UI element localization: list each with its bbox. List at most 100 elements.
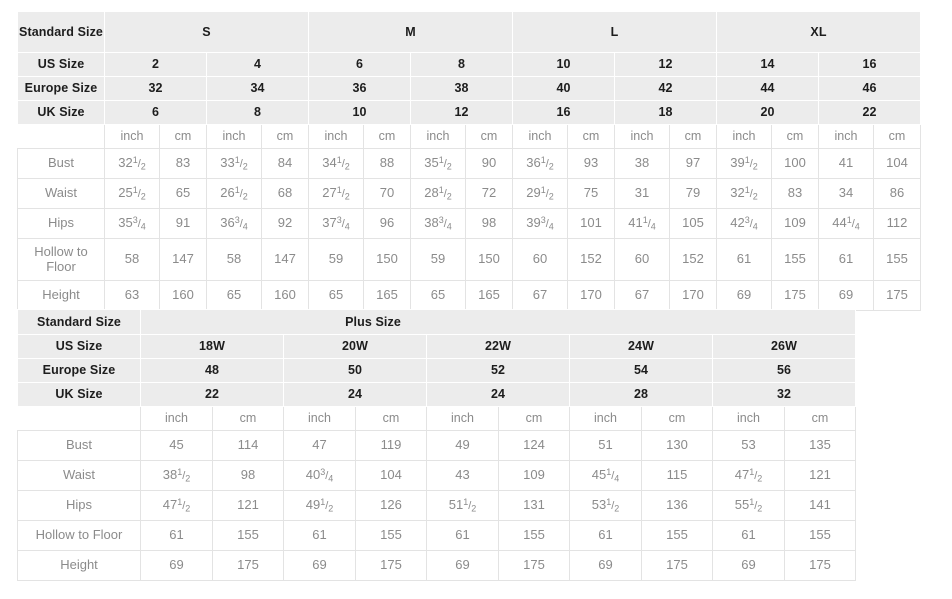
- standard-uk-size-label: UK Size: [17, 100, 105, 125]
- standard-us-size-value: 14: [716, 52, 819, 77]
- plus-measure-inch: 47: [283, 430, 356, 461]
- standard-measure-inch: 353/4: [104, 208, 160, 239]
- plus-europe-size-row: Europe Size 48 50 52 54 56: [17, 358, 856, 383]
- standard-size-table: Standard Size S M L XL US Size 2 4 6 8 1…: [17, 11, 921, 311]
- standard-measure-cm: 109: [771, 208, 819, 239]
- standard-unit-cm: cm: [465, 124, 513, 149]
- standard-measure-inch: 391/2: [716, 148, 772, 179]
- plus-unit-cm: cm: [641, 406, 713, 431]
- standard-measure-cm: 96: [363, 208, 411, 239]
- plus-us-size-value: 20W: [283, 334, 427, 359]
- plus-unit-header-row: inch cm inch cm inch cm inch cm inch cm: [17, 406, 856, 431]
- standard-unit-inch: inch: [614, 124, 670, 149]
- plus-us-size-row: US Size 18W 20W 22W 24W 26W: [17, 334, 856, 359]
- table-row: Hips 471/2 121 491/2 126 511/2 131 531/2 136 551/…: [17, 490, 856, 521]
- standard-measure-inch: 65: [206, 280, 262, 311]
- plus-measure-inch: 61: [426, 520, 499, 551]
- plus-measure-label: Height: [17, 550, 141, 581]
- standard-us-size-label: US Size: [17, 52, 105, 77]
- plus-measure-inch: 61: [569, 520, 642, 551]
- standard-measure-inch: 67: [512, 280, 568, 311]
- standard-measure-inch: 34: [818, 178, 874, 209]
- plus-measure-cm: 155: [498, 520, 570, 551]
- standard-measure-inch: 411/4: [614, 208, 670, 239]
- plus-measure-inch: 69: [712, 550, 785, 581]
- standard-measure-inch: 59: [410, 238, 466, 281]
- plus-measure-cm: 175: [212, 550, 284, 581]
- standard-measure-cm: 152: [669, 238, 717, 281]
- standard-measure-inch: 441/4: [818, 208, 874, 239]
- standard-us-size-value: 4: [206, 52, 309, 77]
- plus-measure-cm: 141: [784, 490, 856, 521]
- standard-corner-label: Standard Size: [17, 11, 105, 53]
- standard-measure-cm: 105: [669, 208, 717, 239]
- standard-measure-label: Bust: [17, 148, 105, 179]
- standard-measure-label: Waist: [17, 178, 105, 209]
- standard-measure-cm: 90: [465, 148, 513, 179]
- plus-measure-inch: 51: [569, 430, 642, 461]
- standard-measure-cm: 155: [873, 238, 921, 281]
- plus-measure-inch: 451/4: [569, 460, 642, 491]
- standard-measure-inch: 59: [308, 238, 364, 281]
- standard-measure-cm: 160: [159, 280, 207, 311]
- standard-europe-size-value: 36: [308, 76, 411, 101]
- plus-measure-cm: 115: [641, 460, 713, 491]
- plus-measure-cm: 126: [355, 490, 427, 521]
- standard-us-size-value: 16: [818, 52, 921, 77]
- standard-us-size-value: 6: [308, 52, 411, 77]
- standard-uk-size-value: 10: [308, 100, 411, 125]
- plus-unit-inch: inch: [140, 406, 213, 431]
- standard-europe-size-value: 42: [614, 76, 717, 101]
- standard-measure-cm: 91: [159, 208, 207, 239]
- plus-measure-inch: 61: [140, 520, 213, 551]
- table-row: Hollow to Floor 61 155 61 155 61 155 61 155 61 155: [17, 520, 856, 551]
- plus-measure-cm: 155: [784, 520, 856, 551]
- plus-measure-inch: 551/2: [712, 490, 785, 521]
- standard-europe-size-row: Europe Size 32 34 36 38 40 42 44 46: [17, 76, 921, 101]
- standard-unit-header-row: inch cm inch cm inch cm inch cm inch cm …: [17, 124, 921, 149]
- standard-unit-inch: inch: [104, 124, 160, 149]
- plus-europe-size-value: 56: [712, 358, 856, 383]
- standard-measure-cm: 68: [261, 178, 309, 209]
- standard-unit-inch: inch: [818, 124, 874, 149]
- standard-measure-label: Hips: [17, 208, 105, 239]
- plus-uk-size-row: UK Size 22 24 24 28 32: [17, 382, 856, 407]
- plus-measure-inch: 491/2: [283, 490, 356, 521]
- standard-measure-inch: 331/2: [206, 148, 262, 179]
- plus-measure-inch: 511/2: [426, 490, 499, 521]
- standard-measure-inch: 261/2: [206, 178, 262, 209]
- standard-measure-cm: 147: [159, 238, 207, 281]
- plus-europe-size-value: 54: [569, 358, 713, 383]
- standard-measure-inch: 423/4: [716, 208, 772, 239]
- plus-measure-inch: 61: [283, 520, 356, 551]
- standard-measure-inch: 69: [818, 280, 874, 311]
- standard-measure-cm: 104: [873, 148, 921, 179]
- standard-measure-cm: 152: [567, 238, 615, 281]
- standard-measure-cm: 93: [567, 148, 615, 179]
- standard-group-s: S: [104, 11, 309, 53]
- standard-measure-inch: 63: [104, 280, 160, 311]
- plus-measure-cm: 155: [641, 520, 713, 551]
- plus-measure-cm: 121: [212, 490, 284, 521]
- standard-group-header-row: Standard Size S M L XL: [17, 11, 921, 53]
- standard-measure-cm: 98: [465, 208, 513, 239]
- standard-group-m: M: [308, 11, 513, 53]
- plus-europe-size-value: 48: [140, 358, 284, 383]
- standard-measure-cm: 175: [771, 280, 819, 311]
- standard-measure-inch: 65: [410, 280, 466, 311]
- standard-measure-inch: 361/2: [512, 148, 568, 179]
- standard-measure-inch: 67: [614, 280, 670, 311]
- plus-unit-inch: inch: [283, 406, 356, 431]
- standard-measure-inch: 321/2: [104, 148, 160, 179]
- plus-measure-cm: 121: [784, 460, 856, 491]
- plus-corner-label: Standard Size: [17, 309, 141, 335]
- table-row: Height 69 175 69 175 69 175 69 175 69 175: [17, 550, 856, 581]
- standard-measure-cm: 101: [567, 208, 615, 239]
- plus-unit-cm: cm: [355, 406, 427, 431]
- standard-measure-cm: 75: [567, 178, 615, 209]
- plus-measure-inch: 471/2: [712, 460, 785, 491]
- standard-europe-size-value: 40: [512, 76, 615, 101]
- standard-measure-cm: 150: [363, 238, 411, 281]
- standard-measure-inch: 61: [818, 238, 874, 281]
- standard-uk-size-value: 12: [410, 100, 513, 125]
